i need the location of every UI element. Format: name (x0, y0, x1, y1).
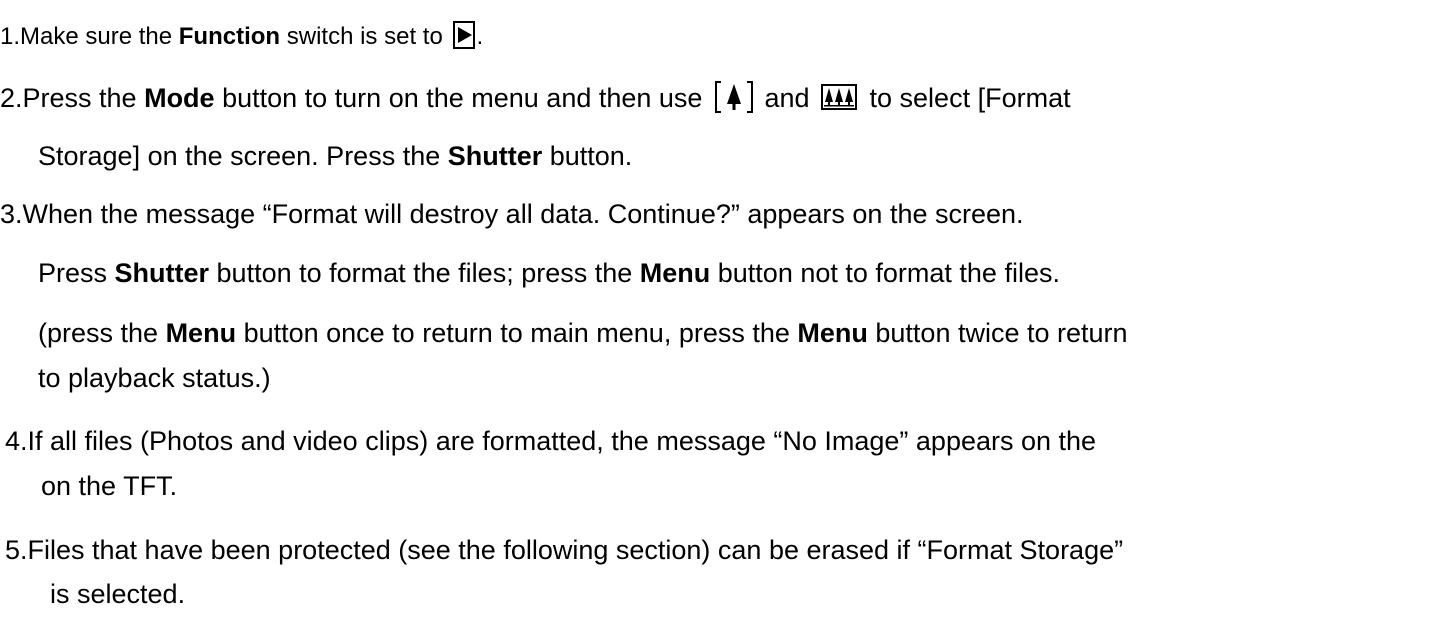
shutter-label: Shutter (114, 258, 210, 288)
step-3-line-2: Press Shutter button to format the files… (38, 257, 1060, 289)
step-2-and: and (756, 83, 818, 113)
step-3-line-2-middle: button to format the files; press the (209, 258, 640, 288)
step-4-text: 4.If all files (Photos and video clips) … (5, 426, 1097, 456)
step-2-prefix: 2.Press the (0, 83, 145, 113)
step-2-line-2-suffix: button. (542, 141, 633, 171)
mode-label: Mode (144, 83, 215, 113)
function-label: Function (178, 23, 281, 50)
step-4-line-2-text: on the TFT. (41, 471, 178, 501)
step-3-line-3-suffix: button twice to return (867, 318, 1128, 348)
step-2-middle: button to turn on the menu and then use (214, 83, 710, 113)
step-3-line-1: 3.When the message “Format will destroy … (0, 198, 1024, 230)
step-2-line-1: 2.Press the Mode button to turn on the m… (0, 80, 1071, 114)
step-1-middle: switch is set to (280, 23, 450, 50)
menu-label: Menu (165, 318, 237, 348)
step-2-tail: to select [Format (862, 83, 1071, 113)
step-1: 1.Make sure the Function switch is set t… (0, 21, 483, 53)
step-3-line-3-prefix: (press the (38, 318, 166, 348)
step-3-line-3-middle: button once to return to main menu, pres… (236, 318, 798, 348)
step-1-suffix: . (476, 23, 484, 50)
step-5-line-2: is selected. (50, 578, 185, 610)
step-5-text: 5.Files that have been protected (see th… (5, 535, 1124, 565)
step-2-line-2: Storage] on the screen. Press the Shutte… (38, 140, 632, 172)
step-4-line-1: 4.If all files (Photos and video clips) … (5, 425, 1096, 457)
single-tree-icon (714, 80, 754, 114)
step-2-line-2-prefix: Storage] on the screen. Press the (38, 141, 448, 171)
step-3-line-4: to playback status.) (38, 362, 271, 394)
play-icon (453, 21, 476, 49)
step-3-line-4-text: to playback status.) (38, 363, 271, 393)
step-4-line-2: on the TFT. (41, 470, 177, 502)
step-3-line-3: (press the Menu button once to return to… (38, 317, 1128, 349)
step-5-line-2-text: is selected. (50, 579, 186, 609)
step-3-text: 3.When the message “Format will destroy … (0, 199, 1024, 229)
menu-label: Menu (797, 318, 868, 348)
step-5-line-1: 5.Files that have been protected (see th… (5, 534, 1123, 566)
menu-label: Menu (639, 258, 711, 288)
shutter-label: Shutter (447, 141, 543, 171)
step-1-prefix: 1.Make sure the (0, 23, 179, 50)
three-trees-icon (821, 84, 858, 110)
step-3-line-2-suffix: button not to format the files. (710, 258, 1060, 288)
step-3-line-2-prefix: Press (38, 258, 115, 288)
